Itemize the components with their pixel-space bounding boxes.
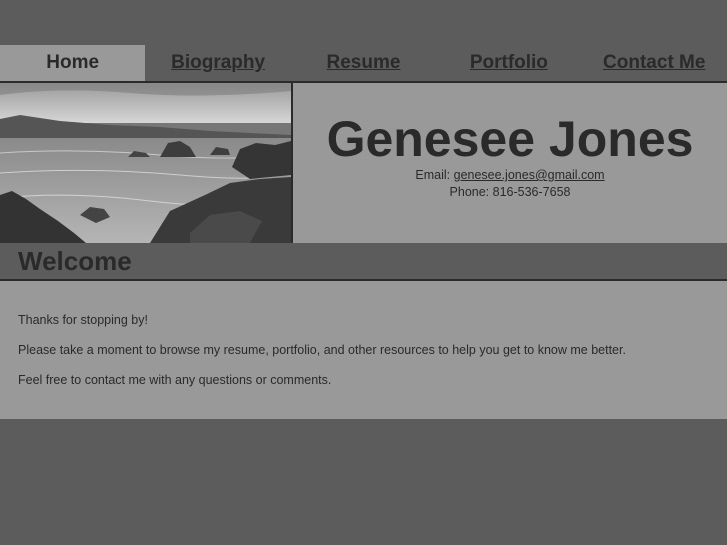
- coastline-photo: [0, 83, 293, 243]
- email-label: Email:: [415, 168, 451, 182]
- content-paragraph: Thanks for stopping by!: [18, 313, 148, 327]
- email-line: Email: genesee.jones@gmail.com: [293, 167, 727, 184]
- email-link[interactable]: genesee.jones@gmail.com: [454, 168, 605, 182]
- content-panel: Thanks for stopping by! Please take a mo…: [0, 281, 727, 419]
- identity-block: Genesee Jones Email: genesee.jones@gmail…: [293, 83, 727, 243]
- owner-name: Genesee Jones: [326, 111, 694, 167]
- content-paragraph: Feel free to contact me with any questio…: [18, 373, 332, 387]
- nav-item-contact-me[interactable]: Contact Me: [582, 45, 727, 81]
- header-panel: Genesee Jones Email: genesee.jones@gmail…: [0, 83, 727, 243]
- content-paragraph: Please take a moment to browse my resume…: [18, 343, 626, 357]
- coastline-photo-image: [0, 83, 291, 243]
- nav-item-portfolio[interactable]: Portfolio: [436, 45, 581, 81]
- nav-item-resume[interactable]: Resume: [291, 45, 436, 81]
- phone-line: Phone: 816-536-7658: [449, 185, 571, 199]
- welcome-heading: Welcome: [18, 246, 132, 276]
- main-nav: Home Biography Resume Portfolio Contact …: [0, 45, 727, 83]
- nav-item-home[interactable]: Home: [0, 45, 146, 81]
- page: Home Biography Resume Portfolio Contact …: [0, 0, 727, 545]
- nav-item-biography[interactable]: Biography: [145, 45, 290, 81]
- welcome-bar: Welcome: [0, 243, 727, 281]
